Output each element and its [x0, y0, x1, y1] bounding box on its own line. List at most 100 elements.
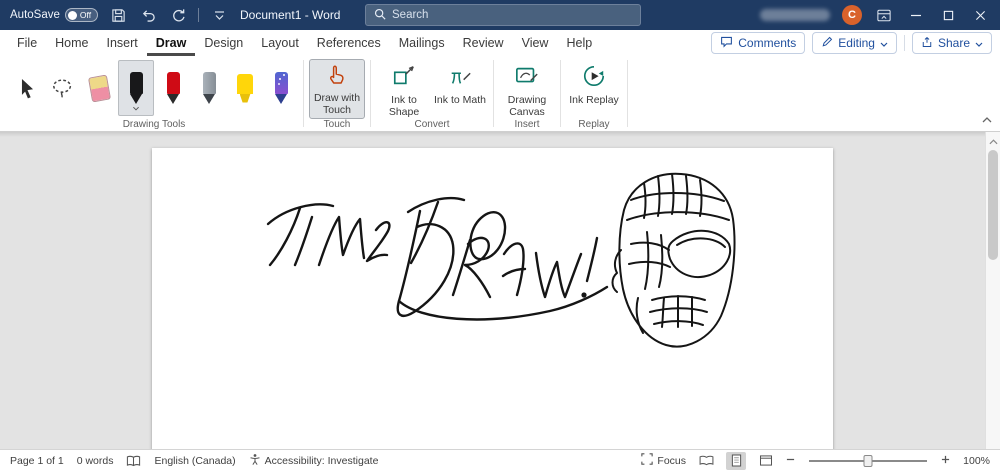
pen-black-tool[interactable] — [118, 60, 154, 116]
zoom-out-button[interactable] — [786, 455, 795, 467]
focus-label: Focus — [657, 454, 686, 467]
accessibility-checker[interactable]: Accessibility: Investigate — [249, 453, 379, 469]
group-convert: Ink to Shape Ink to Math Convert — [372, 56, 492, 131]
ribbon-tab-row: File Home Insert Draw Design Layout Refe… — [0, 30, 1000, 56]
pen-red-tool[interactable] — [156, 60, 190, 116]
ink-replay-icon — [582, 64, 606, 91]
tab-home[interactable]: Home — [46, 30, 97, 56]
undo-icon[interactable] — [138, 5, 158, 25]
share-button[interactable]: Share — [911, 32, 992, 54]
tab-review[interactable]: Review — [454, 30, 513, 56]
web-layout-icon — [759, 455, 773, 466]
pen-galaxy-tool[interactable] — [264, 60, 298, 116]
tab-file[interactable]: File — [8, 30, 46, 56]
lasso-select-tool[interactable] — [46, 60, 80, 116]
scrollbar-thumb[interactable] — [988, 150, 998, 260]
autosave-state: Off — [79, 10, 92, 20]
group-touch: Draw with Touch Touch — [305, 56, 369, 131]
tab-references[interactable]: References — [308, 30, 390, 56]
group-separator — [560, 60, 561, 127]
group-separator — [370, 60, 371, 127]
touch-hand-icon — [326, 64, 348, 89]
ink-to-math-button[interactable]: Ink to Math — [432, 59, 488, 119]
draw-with-touch-button[interactable]: Draw with Touch — [309, 59, 365, 119]
search-box[interactable] — [365, 4, 641, 26]
group-insert: Drawing Canvas Insert — [495, 56, 559, 131]
redo-icon[interactable] — [168, 5, 188, 25]
tab-insert[interactable]: Insert — [98, 30, 147, 56]
document-page[interactable] — [152, 148, 833, 449]
cursor-arrow-icon — [21, 78, 33, 98]
read-mode-button[interactable] — [696, 452, 716, 470]
read-mode-icon — [699, 455, 713, 466]
customize-quick-access-icon[interactable] — [209, 5, 229, 25]
group-separator — [627, 60, 628, 127]
search-input[interactable] — [392, 9, 612, 21]
tab-help[interactable]: Help — [557, 30, 601, 56]
language-indicator[interactable]: English (Canada) — [154, 455, 235, 467]
quick-access-toolbar: AutoSave Off — [0, 5, 229, 25]
window-title: Document1 - Word — [240, 8, 341, 22]
ink-drawing — [266, 172, 736, 348]
drawing-canvas-button[interactable]: Drawing Canvas — [499, 59, 555, 119]
drawing-canvas-icon — [515, 64, 539, 91]
zoom-slider[interactable] — [809, 454, 927, 467]
web-layout-button[interactable] — [756, 452, 776, 470]
autosave-switch[interactable]: Off — [64, 8, 99, 22]
editing-mode-button[interactable]: Editing — [812, 32, 897, 54]
autosave-toggle[interactable]: AutoSave Off — [10, 8, 99, 22]
print-layout-button[interactable] — [726, 451, 746, 470]
chevron-down-icon[interactable] — [133, 100, 140, 114]
focus-mode-button[interactable]: Focus — [641, 453, 686, 468]
group-separator — [303, 60, 304, 127]
proofing-status-icon[interactable] — [126, 455, 141, 467]
galaxy-pen-icon — [274, 72, 288, 104]
group-replay: Ink Replay Replay — [562, 56, 626, 131]
pencil-gray-tool[interactable] — [192, 60, 226, 116]
focus-icon — [641, 453, 654, 468]
share-label: Share — [937, 36, 970, 50]
collapse-ribbon-icon[interactable] — [982, 112, 992, 126]
scroll-up-icon[interactable] — [989, 134, 998, 148]
comment-bubble-icon — [720, 35, 733, 51]
tab-view[interactable]: View — [513, 30, 558, 56]
tab-mailings[interactable]: Mailings — [390, 30, 454, 56]
autosave-label: AutoSave — [10, 9, 60, 21]
eraser-tool[interactable] — [82, 60, 116, 116]
ribbon-display-options-icon[interactable] — [874, 5, 894, 25]
ink-replay-button[interactable]: Ink Replay — [566, 59, 622, 119]
divider — [903, 35, 905, 51]
toggle-knob-icon — [67, 10, 77, 20]
status-bar: Page 1 of 1 0 words English (Canada) Acc… — [0, 449, 1000, 471]
group-label-drawing-tools: Drawing Tools — [122, 119, 186, 130]
close-button[interactable] — [970, 5, 990, 25]
vertical-scrollbar[interactable] — [985, 132, 1000, 449]
zoom-level[interactable]: 100% — [960, 455, 990, 467]
ink-to-math-label: Ink to Math — [434, 94, 486, 106]
group-label-touch: Touch — [323, 119, 351, 130]
minimize-button[interactable] — [906, 5, 926, 25]
gray-pencil-icon — [202, 72, 216, 104]
comments-button[interactable]: Comments — [711, 32, 806, 54]
select-tool[interactable] — [10, 60, 44, 116]
group-label-replay: Replay — [578, 119, 610, 130]
account-avatar[interactable]: C — [842, 5, 862, 25]
accessibility-person-icon — [249, 453, 261, 469]
tab-layout[interactable]: Layout — [252, 30, 308, 56]
save-icon[interactable] — [108, 5, 128, 25]
ink-to-shape-button[interactable]: Ink to Shape — [376, 59, 432, 119]
toolbar-separator — [198, 8, 200, 22]
tab-design[interactable]: Design — [195, 30, 252, 56]
page-number-indicator[interactable]: Page 1 of 1 — [10, 455, 64, 467]
editing-label: Editing — [838, 36, 875, 50]
word-count-indicator[interactable]: 0 words — [77, 455, 114, 467]
zoom-slider-handle[interactable] — [863, 454, 873, 467]
document-canvas-area — [0, 132, 1000, 449]
maximize-button[interactable] — [938, 5, 958, 25]
tab-draw[interactable]: Draw — [146, 30, 196, 56]
draw-with-touch-label: Draw with Touch — [313, 92, 361, 117]
accessibility-label: Accessibility: Investigate — [264, 454, 379, 467]
zoom-in-button[interactable] — [941, 455, 950, 467]
highlighter-tool[interactable] — [228, 60, 262, 116]
ink-replay-label: Ink Replay — [569, 94, 619, 106]
